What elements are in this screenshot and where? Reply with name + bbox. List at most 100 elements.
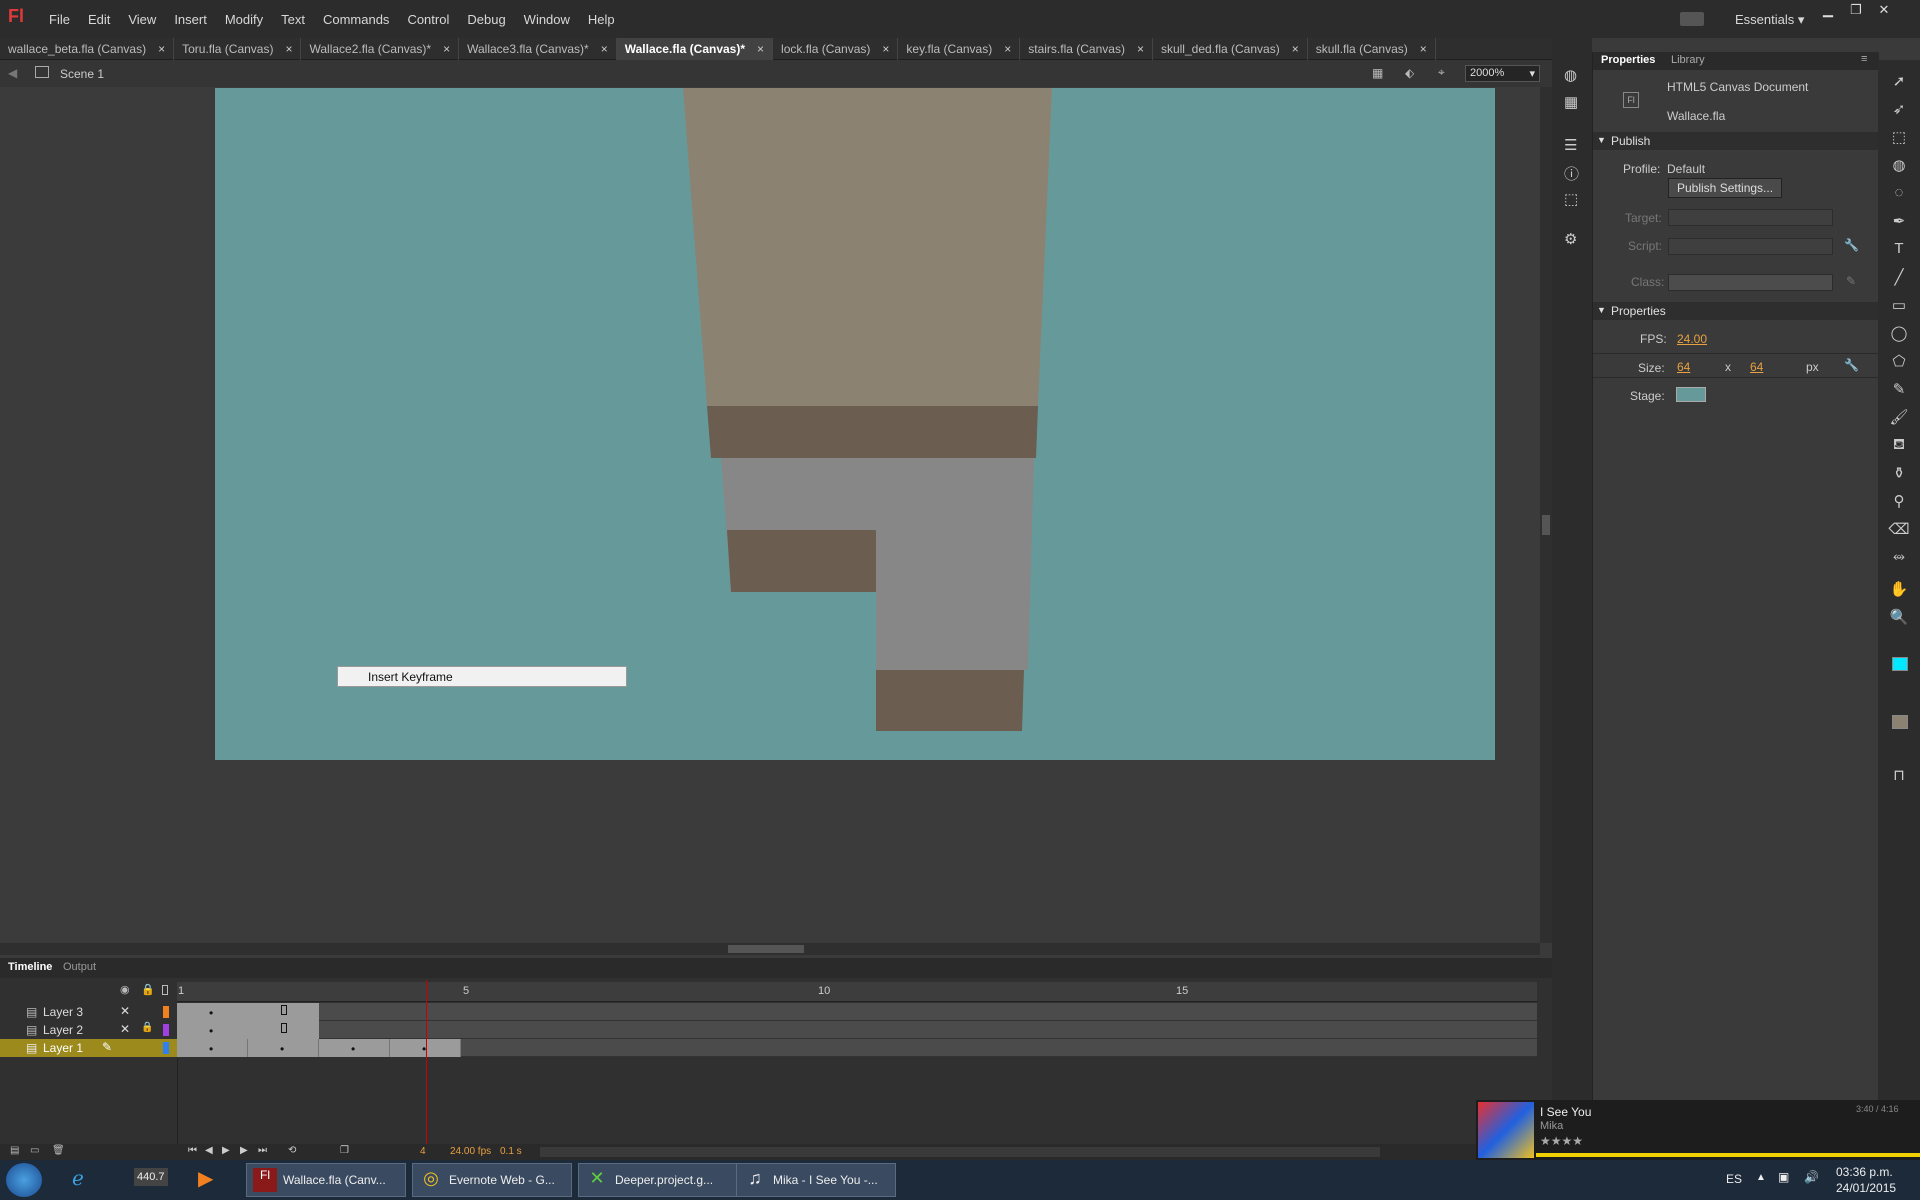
layer-row-1[interactable]: ▤ Layer 1 ✎: [0, 1039, 177, 1057]
keyframe-dot[interactable]: •: [351, 1042, 355, 1056]
vertical-scrollbar[interactable]: [1540, 87, 1552, 943]
tab-close-icon[interactable]: ×: [882, 42, 889, 56]
eye-icon[interactable]: ◉: [120, 983, 130, 996]
clock-date[interactable]: 24/01/2015: [1836, 1181, 1896, 1195]
tab-properties[interactable]: Properties: [1601, 54, 1655, 66]
hidden-x-icon[interactable]: ✕: [120, 1004, 130, 1018]
menu-insert[interactable]: Insert: [165, 12, 216, 27]
width-value[interactable]: 64: [1677, 360, 1690, 374]
tab-wallace[interactable]: Wallace.fla (Canvas)* ×: [616, 38, 774, 60]
layer-color-swatch[interactable]: [163, 1042, 169, 1054]
play-icon[interactable]: ▶: [222, 1145, 230, 1156]
advanced-settings-icon[interactable]: 🔧: [1844, 358, 1859, 372]
tab-close-icon[interactable]: ×: [158, 42, 165, 56]
edit-symbol-icon[interactable]: ⬖: [1405, 66, 1414, 80]
motion-presets-icon[interactable]: ◍: [1564, 66, 1577, 84]
free-transform-tool-icon[interactable]: ⬚: [1888, 128, 1910, 150]
tab-stairs[interactable]: stairs.fla (Canvas) ×: [1020, 38, 1153, 60]
keyframe-dot[interactable]: •: [209, 1024, 213, 1038]
tab-wallace-beta[interactable]: wallace_beta.fla (Canvas) ×: [0, 38, 175, 60]
menu-control[interactable]: Control: [398, 12, 458, 27]
layer-row-2[interactable]: ▤ Layer 2 ✕ 🔒: [0, 1021, 177, 1039]
layer-name[interactable]: Layer 3: [43, 1005, 83, 1019]
lock-icon[interactable]: 🔒: [141, 983, 155, 996]
tab-library[interactable]: Library: [1671, 54, 1705, 66]
align-icon[interactable]: ☰: [1564, 136, 1577, 154]
back-arrow-icon[interactable]: ◀: [8, 66, 17, 80]
wrench-icon[interactable]: 🔧: [1844, 238, 1859, 252]
start-button[interactable]: [6, 1163, 42, 1197]
loop-icon[interactable]: ⟲: [288, 1145, 296, 1156]
horizontal-scrollbar[interactable]: [0, 943, 1540, 955]
document-name[interactable]: Wallace.fla: [1667, 109, 1725, 123]
frame-span[interactable]: [177, 1003, 319, 1021]
quick-launch-label[interactable]: 440.7: [134, 1168, 168, 1186]
menu-view[interactable]: View: [119, 12, 165, 27]
info-icon[interactable]: ⓘ: [1564, 163, 1579, 184]
taskbar-item-flash[interactable]: Fl Wallace.fla (Canv...: [246, 1163, 406, 1197]
tab-close-icon[interactable]: ×: [1420, 42, 1427, 56]
frame-span[interactable]: [177, 1021, 319, 1039]
paint-bucket-tool-icon[interactable]: ⛾: [1888, 436, 1910, 458]
pencil-tool-icon[interactable]: ✎: [1888, 380, 1910, 402]
selection-tool-icon[interactable]: ➚: [1888, 72, 1910, 94]
taskbar-item-music[interactable]: ♫ Mika - I See You -...: [736, 1163, 896, 1197]
last-frame-icon[interactable]: ⏭: [258, 1145, 267, 1156]
timeline-hscroll[interactable]: [540, 1147, 1380, 1157]
layer-color-swatch[interactable]: [163, 1006, 169, 1018]
taskbar-item-chrome[interactable]: ◎ Evernote Web - G...: [412, 1163, 572, 1197]
tab-close-icon[interactable]: ×: [757, 42, 764, 56]
fps-value[interactable]: 24.00: [1677, 332, 1707, 346]
tab-output[interactable]: Output: [63, 961, 96, 973]
new-folder-icon[interactable]: ▭: [30, 1145, 39, 1156]
tab-toru[interactable]: Toru.fla (Canvas) ×: [174, 38, 302, 60]
media-player-icon[interactable]: ▶: [198, 1166, 213, 1191]
center-stage-icon[interactable]: ⌖: [1438, 65, 1445, 80]
hidden-x-icon[interactable]: ✕: [120, 1022, 130, 1036]
brown-block-left[interactable]: [727, 530, 876, 592]
ie-icon[interactable]: ℯ: [72, 1166, 84, 1191]
height-value[interactable]: 64: [1750, 360, 1763, 374]
layer-2-frames[interactable]: •: [177, 1021, 1537, 1039]
tray-expand-icon[interactable]: ▲: [1756, 1172, 1766, 1183]
layer-color-swatch[interactable]: [163, 1024, 169, 1036]
components-icon[interactable]: ⚙: [1564, 230, 1577, 248]
properties-section-header[interactable]: ▼ Properties: [1593, 302, 1879, 320]
publish-section-header[interactable]: ▼ Publish: [1593, 132, 1879, 150]
hand-tool-icon[interactable]: ✋: [1888, 580, 1910, 602]
keyframe-dot[interactable]: •: [209, 1006, 213, 1020]
panel-menu-icon[interactable]: ≡: [1861, 53, 1867, 65]
tab-lock[interactable]: lock.fla (Canvas) ×: [773, 38, 899, 60]
step-forward-icon[interactable]: ▶: [240, 1145, 248, 1156]
progress-bar[interactable]: [1536, 1153, 1920, 1157]
tab-close-icon[interactable]: ×: [285, 42, 292, 56]
subselection-tool-icon[interactable]: ➶: [1888, 100, 1910, 122]
menu-text[interactable]: Text: [272, 12, 314, 27]
tab-skull[interactable]: skull.fla (Canvas) ×: [1308, 38, 1436, 60]
snap-to-objects-icon[interactable]: ⊓: [1888, 766, 1910, 788]
scroll-thumb[interactable]: [728, 945, 804, 953]
brown-block-bottom[interactable]: [876, 670, 1024, 731]
menu-edit[interactable]: Edit: [79, 12, 119, 27]
stage[interactable]: [215, 88, 1495, 760]
frame-ruler[interactable]: 1 5 10 15: [177, 982, 1537, 1002]
menu-file[interactable]: File: [40, 12, 79, 27]
outline-icon[interactable]: [162, 985, 168, 995]
zoom-select[interactable]: 2000% ▾: [1465, 65, 1540, 82]
context-menu-insert-keyframe[interactable]: Insert Keyframe: [337, 666, 627, 687]
publish-settings-button[interactable]: Publish Settings...: [1668, 178, 1783, 198]
sync-icon[interactable]: [1680, 12, 1704, 26]
script-select[interactable]: [1668, 238, 1833, 255]
menu-modify[interactable]: Modify: [216, 12, 272, 27]
fill-color-swatch[interactable]: [1892, 715, 1908, 729]
new-layer-icon[interactable]: ▤: [10, 1145, 19, 1156]
layer-1-frames[interactable]: • • • •: [177, 1039, 1537, 1057]
ink-bottle-tool-icon[interactable]: ⚱: [1888, 464, 1910, 486]
volume-icon[interactable]: 🔊: [1804, 1170, 1819, 1184]
layer-row-3[interactable]: ▤ Layer 3 ✕: [0, 1003, 177, 1021]
edit-class-icon[interactable]: ✎: [1846, 274, 1856, 288]
tan-shape[interactable]: [683, 88, 1052, 406]
brown-band-top[interactable]: [707, 406, 1038, 458]
tab-close-icon[interactable]: ×: [601, 42, 608, 56]
eraser-tool-icon[interactable]: ⌫: [1888, 520, 1910, 542]
